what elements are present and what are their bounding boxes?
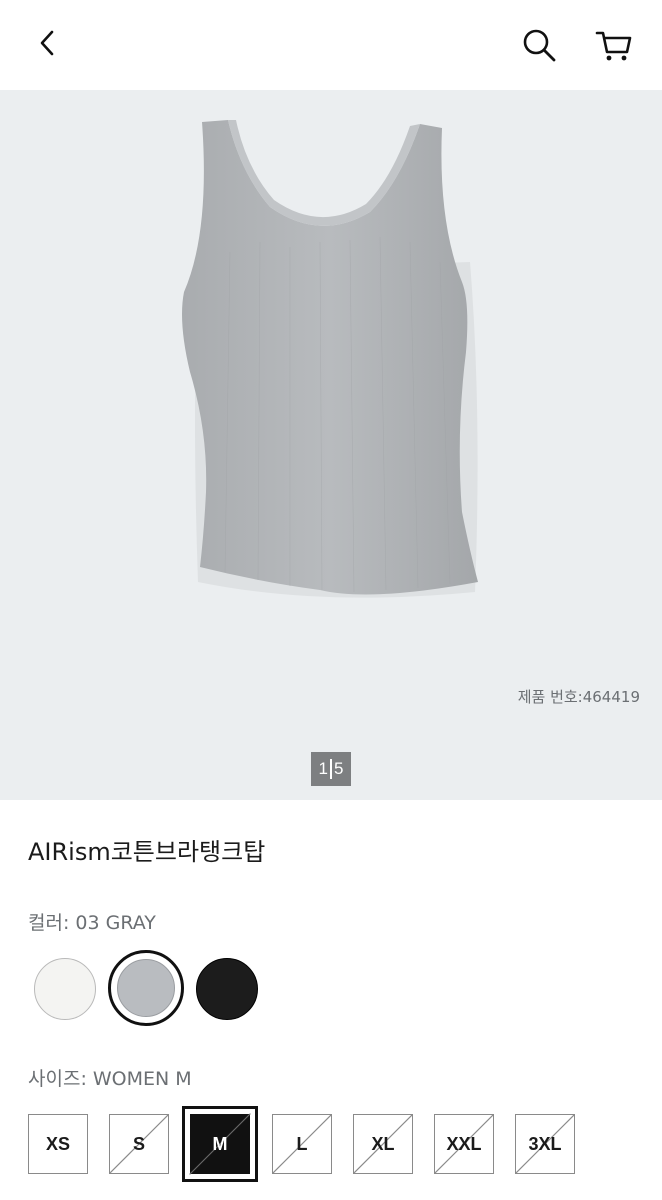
- size-label: 사이즈: WOMEN M: [28, 1068, 192, 1090]
- color-label: 컬러: 03 GRAY: [28, 912, 156, 934]
- product-image-gallery[interactable]: 제품 번호:464419 1 5: [0, 90, 662, 800]
- product-page: 제품 번호:464419 1 5 AIRism코튼브라탱크탑 컬러: 03 GR…: [0, 0, 662, 1200]
- cart-icon[interactable]: [592, 24, 636, 66]
- color-swatch-black[interactable]: [196, 958, 258, 1020]
- size-label-l: L: [296, 1133, 308, 1154]
- color-swatch-white[interactable]: [34, 958, 96, 1020]
- size-option-xs[interactable]: XS: [28, 1114, 88, 1174]
- product-title: AIRism코튼브라탱크탑: [28, 838, 266, 866]
- color-swatch-gray[interactable]: [108, 950, 184, 1026]
- pager-divider: [330, 759, 332, 779]
- size-option-3xl[interactable]: 3XL: [515, 1114, 575, 1174]
- size-label-s: S: [132, 1133, 145, 1154]
- size-label-xs: XS: [45, 1133, 70, 1154]
- image-pager: 1 5: [311, 752, 351, 786]
- top-bar: [0, 0, 662, 90]
- chevron-left-icon[interactable]: [28, 22, 68, 64]
- tank-top-image: [182, 120, 478, 598]
- size-option-l[interactable]: L: [272, 1114, 332, 1174]
- size-label-xl: XL: [371, 1133, 395, 1154]
- size-option-s[interactable]: S: [109, 1114, 169, 1174]
- pager-total: 5: [334, 759, 344, 778]
- search-icon[interactable]: [518, 24, 560, 66]
- size-option-m[interactable]: M: [182, 1106, 258, 1182]
- size-label-3xl: 3XL: [528, 1133, 562, 1154]
- product-number: 제품 번호:464419: [517, 688, 640, 706]
- pager-current: 1: [318, 759, 328, 778]
- size-label-m: M: [212, 1133, 228, 1154]
- size-option-xxl[interactable]: XXL: [434, 1114, 494, 1174]
- size-label-xxl: XXL: [446, 1133, 482, 1154]
- size-option-xl[interactable]: XL: [353, 1114, 413, 1174]
- color-swatch-gray-fill: [117, 959, 175, 1017]
